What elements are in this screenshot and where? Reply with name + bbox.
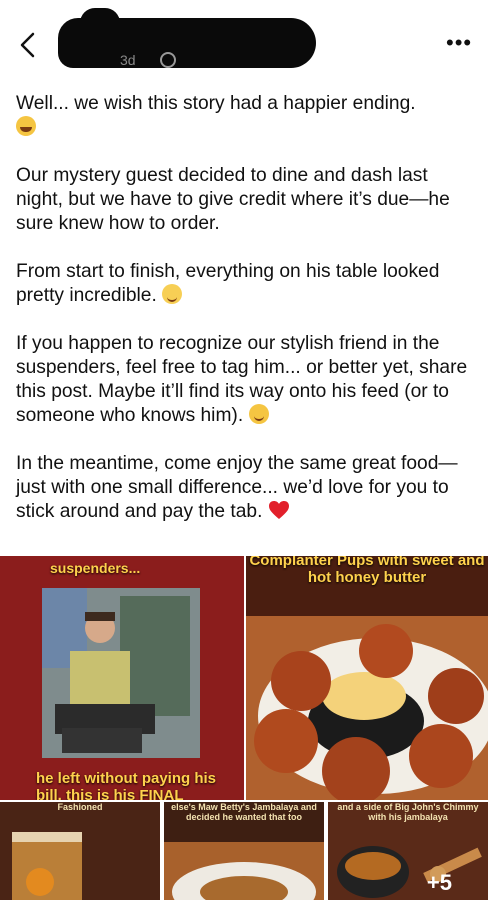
photo-gallery: suspenders... he left without paying his… [0, 556, 488, 900]
back-chevron-icon[interactable] [14, 30, 44, 60]
gallery-photo-hushpuppies[interactable]: Complanter Pups with sweet and hot honey… [246, 556, 488, 800]
tile-caption: and a side of Big John's Chimmy with his… [337, 802, 479, 822]
post-body: Well... we wish this story had a happier… [16, 92, 476, 548]
gallery-photo-jambalaya[interactable]: else's Maw Betty's Jambalaya and decided… [164, 802, 324, 900]
post-paragraph: From start to finish, everything on his … [16, 261, 440, 306]
tile-caption: he left without paying his bill. this is… [36, 770, 216, 800]
tile-caption: suspenders... [50, 560, 141, 576]
hushpuppies-photo [246, 556, 488, 800]
relieved-face-emoji-icon [162, 284, 183, 304]
cocktail-photo [0, 802, 160, 900]
gallery-photo-chimmy[interactable]: and a side of Big John's Chimmy with his… [328, 802, 488, 900]
tile-caption: Fashioned [57, 802, 103, 812]
security-camera-photo [0, 556, 244, 800]
gallery-photo-suspenders[interactable]: suspenders... he left without paying his… [0, 556, 244, 800]
post-paragraph: If you happen to recognize our stylish f… [16, 333, 468, 426]
globe-icon [160, 52, 176, 68]
post-paragraph: Our mystery guest decided to dine and da… [16, 165, 450, 234]
grinning-sweat-emoji-icon [16, 116, 36, 136]
more-options-icon[interactable]: ••• [446, 30, 472, 56]
post-time: 3d [120, 52, 136, 68]
more-photos-count[interactable]: +5 [427, 870, 452, 896]
post-paragraph: In the meantime, come enjoy the same gre… [16, 453, 458, 522]
gallery-photo-old-fashioned[interactable]: Fashioned [0, 802, 160, 900]
red-heart-emoji-icon [268, 501, 289, 519]
redacted-page-name [58, 18, 316, 68]
post-paragraph: Well... we wish this story had a happier… [16, 92, 476, 140]
tile-caption: else's Maw Betty's Jambalaya and decided… [171, 802, 317, 822]
post-header: 3d ••• [0, 0, 488, 80]
tile-caption: Complanter Pups with sweet and hot honey… [249, 556, 485, 586]
winking-face-emoji-icon [248, 404, 269, 424]
